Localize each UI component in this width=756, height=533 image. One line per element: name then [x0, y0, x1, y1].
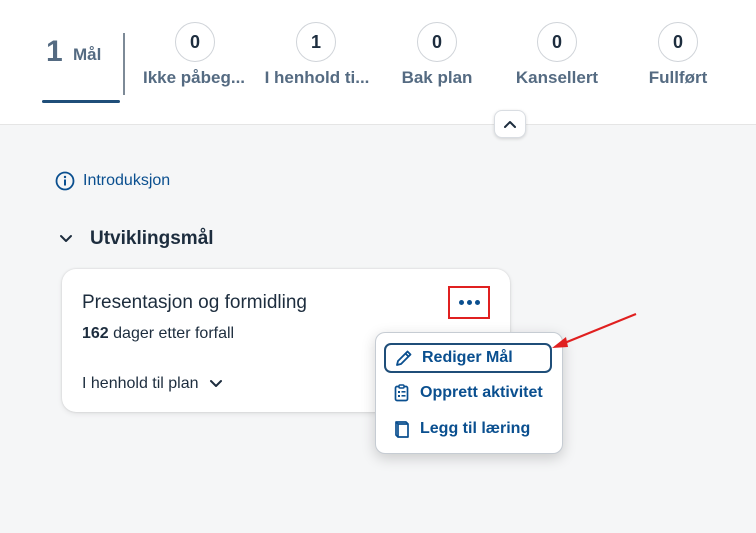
menu-item-add-learning[interactable]: Legg til læring: [384, 414, 552, 444]
goal-due-info: 162 dager etter forfall: [82, 325, 234, 343]
clipboard-icon: [394, 384, 409, 402]
goal-days-overdue: 162: [82, 325, 109, 342]
tab-not-started-count: 0: [175, 22, 215, 62]
annotation-arrow: [552, 312, 637, 348]
tab-goals-count: 1: [46, 35, 63, 68]
introduction-label: Introduksjon: [83, 172, 171, 189]
development-goals-section-toggle[interactable]: Utviklingsmål: [58, 228, 214, 250]
tab-separator: [123, 33, 125, 95]
more-dot: [458, 300, 464, 305]
menu-item-label: Rediger Mål: [422, 349, 513, 366]
more-options-button[interactable]: [448, 286, 490, 319]
tab-completed-count: 0: [658, 22, 698, 62]
menu-item-label: Opprett aktivitet: [420, 384, 543, 401]
collapse-header-button[interactable]: [494, 110, 526, 138]
goal-title: Presentasjon og formidling: [82, 292, 307, 313]
tab-on-track-label: I henhold ti...: [264, 68, 370, 87]
status-tab-bar: 1 Mål 0 Ikke påbeg... 1 I henhold ti... …: [0, 0, 756, 125]
more-dot: [466, 300, 472, 305]
introduction-link[interactable]: Introduksjon: [55, 170, 170, 192]
tab-behind-plan-label: Bak plan: [401, 68, 473, 87]
tab-cancelled-label: Kansellert: [515, 68, 599, 87]
tab-on-track-count: 1: [296, 22, 336, 62]
section-title: Utviklingsmål: [90, 228, 214, 249]
menu-item-label: Legg til læring: [420, 420, 531, 437]
goal-due-text: dager etter forfall: [108, 325, 235, 342]
menu-item-edit-goal[interactable]: Rediger Mål: [384, 343, 552, 373]
tab-not-started-label: Ikke påbeg...: [142, 68, 246, 87]
tab-goals[interactable]: 1 Mål: [42, 30, 120, 104]
chevron-down-icon: [60, 235, 72, 242]
goal-status-select[interactable]: I henhold til plan: [82, 375, 223, 393]
tab-behind-plan-count: 0: [417, 22, 457, 62]
chevron-up-icon: [504, 121, 516, 128]
tab-cancelled-count: 0: [537, 22, 577, 62]
tab-completed-label: Fullført: [648, 68, 708, 87]
tab-completed[interactable]: 0 Fullført: [645, 22, 711, 102]
menu-item-create-activity[interactable]: Opprett aktivitet: [384, 378, 552, 408]
goal-actions-menu: Rediger Mål Opprett aktivitet Legg til l…: [375, 332, 563, 454]
tab-selected-indicator: [42, 100, 120, 103]
tab-cancelled[interactable]: 0 Kansellert: [512, 22, 602, 102]
chevron-down-icon: [209, 380, 222, 387]
pencil-icon: [396, 350, 412, 366]
tab-behind-plan[interactable]: 0 Bak plan: [396, 22, 478, 102]
tab-on-track[interactable]: 1 I henhold ti...: [260, 22, 374, 102]
book-icon: [395, 421, 409, 438]
goal-status-value: I henhold til plan: [82, 375, 199, 392]
more-dot: [474, 300, 480, 305]
tab-not-started[interactable]: 0 Ikke påbeg...: [138, 22, 250, 102]
info-icon: [55, 171, 75, 191]
tab-goals-label: Mål: [73, 45, 102, 64]
